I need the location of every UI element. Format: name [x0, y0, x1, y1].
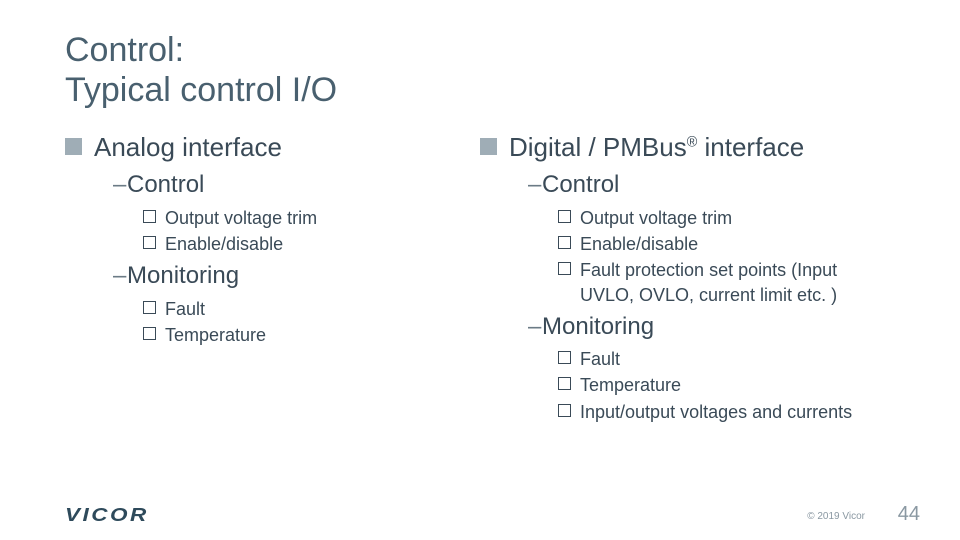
bullet-l1: Digital / PMBus® interface — [480, 132, 895, 163]
list-item: Enable/disable — [558, 232, 895, 256]
bullet-l1: Analog interface — [65, 132, 480, 163]
right-heading-pre: Digital / PMBus — [509, 132, 687, 162]
right-heading-post: interface — [697, 132, 804, 162]
registered-icon: ® — [687, 135, 698, 151]
copyright-text: © 2019 Vicor — [807, 511, 865, 522]
slide-footer: VICOR © 2019 Vicor 44 — [0, 496, 960, 526]
right-group2-label: Monitoring — [528, 311, 895, 343]
list-item: Output voltage trim — [143, 206, 480, 230]
left-group2-label: Monitoring — [113, 260, 480, 292]
list-item: Enable/disable — [143, 232, 480, 256]
page-number: 44 — [898, 503, 920, 526]
slide-title: Control: Typical control I/O — [65, 30, 895, 110]
slide: Control: Typical control I/O Analog inte… — [0, 0, 960, 540]
vicor-logo: VICOR — [65, 505, 149, 526]
right-group1-label: Control — [528, 169, 895, 201]
list-item: Fault — [143, 297, 480, 321]
title-line-2: Typical control I/O — [65, 71, 337, 109]
right-column: Digital / PMBus® interface Control Outpu… — [480, 132, 895, 426]
content-columns: Analog interface Control Output voltage … — [65, 132, 895, 426]
title-line-1: Control: — [65, 31, 184, 69]
left-group1-label: Control — [113, 169, 480, 201]
square-bullet-icon — [480, 138, 497, 155]
square-bullet-icon — [65, 138, 82, 155]
list-item: Input/output voltages and currents — [558, 400, 895, 424]
list-item: Temperature — [558, 373, 895, 397]
left-column: Analog interface Control Output voltage … — [65, 132, 480, 426]
list-item: Temperature — [143, 323, 480, 347]
list-item: Fault protection set points (Input UVLO,… — [558, 258, 895, 307]
list-item: Output voltage trim — [558, 206, 895, 230]
left-heading: Analog interface — [94, 132, 282, 163]
right-heading: Digital / PMBus® interface — [509, 132, 804, 163]
list-item: Fault — [558, 347, 895, 371]
